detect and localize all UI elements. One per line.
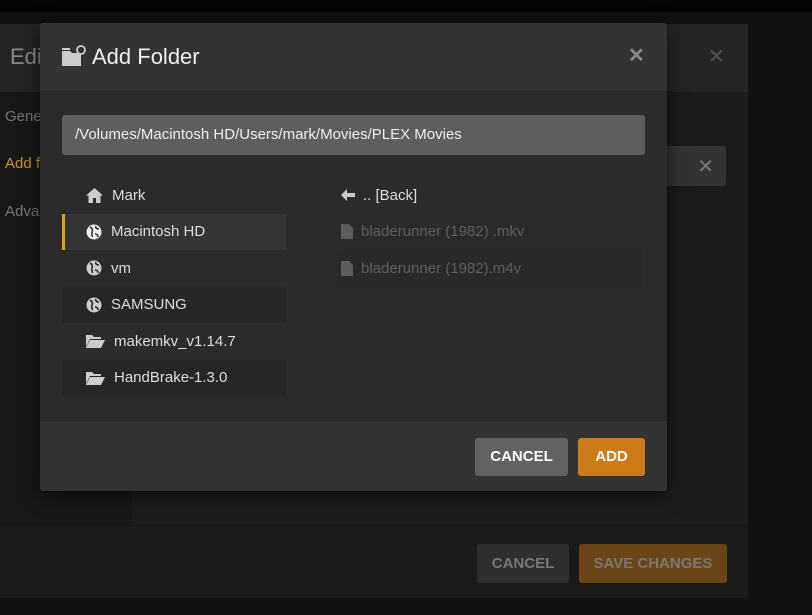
sidebar-item-add-folders[interactable]: Add f <box>5 155 40 172</box>
edit-cancel-button[interactable]: CANCEL <box>477 544 569 583</box>
globe-icon <box>86 297 102 313</box>
location-label: SAMSUNG <box>111 296 187 314</box>
edit-dialog-close-icon[interactable]: ✕ <box>708 44 725 69</box>
back-label: .. [Back] <box>363 186 418 204</box>
edit-dialog-footer: CANCEL SAVE CHANGES <box>0 525 748 598</box>
modal-title: Add Folder <box>92 44 200 69</box>
location-item-vm[interactable]: vm <box>62 250 286 287</box>
location-item-macintosh-hd[interactable]: Macintosh HD <box>62 213 286 250</box>
edit-dialog-title: Edi <box>10 44 42 69</box>
back-item[interactable]: .. [Back] <box>337 177 642 214</box>
add-folder-modal: Add Folder ✕ /Volumes/Macintosh HD/Users… <box>40 23 667 491</box>
save-changes-button[interactable]: SAVE CHANGES <box>579 544 727 583</box>
folder-add-icon <box>62 45 86 66</box>
file-item: bladerunner (1982) .mkv <box>337 214 642 251</box>
location-label: makemkv_v1.14.7 <box>114 332 236 350</box>
file-item: bladerunner (1982).m4v <box>337 250 642 287</box>
globe-icon <box>86 224 102 240</box>
file-list: .. [Back] bladerunner (1982) .mkv blader… <box>337 177 642 287</box>
location-label: vm <box>111 259 131 277</box>
folder-open-icon <box>86 371 105 385</box>
arrow-left-icon <box>341 189 355 202</box>
sidebar-item-general[interactable]: Gene <box>5 108 42 125</box>
modal-footer: CANCEL ADD <box>40 420 667 491</box>
file-icon <box>341 224 353 240</box>
add-button[interactable]: ADD <box>578 438 645 476</box>
folder-open-icon <box>86 335 105 349</box>
location-list: Mark Macintosh HD vm SAMSUNG makemkv_v1.… <box>62 177 286 396</box>
location-item-handbrake[interactable]: HandBrake-1.3.0 <box>62 359 286 396</box>
sidebar-item-advanced[interactable]: Adva <box>5 203 39 220</box>
file-label: bladerunner (1982).m4v <box>361 259 522 277</box>
home-icon <box>86 187 103 203</box>
cancel-button[interactable]: CANCEL <box>475 438 568 476</box>
location-item-mark[interactable]: Mark <box>62 177 286 214</box>
location-label: Mark <box>112 186 146 204</box>
path-input[interactable]: /Volumes/Macintosh HD/Users/mark/Movies/… <box>62 115 645 155</box>
file-icon <box>341 260 353 276</box>
close-icon[interactable]: ✕ <box>628 43 645 68</box>
location-item-makemkv[interactable]: makemkv_v1.14.7 <box>62 323 286 360</box>
folder-remove-icon[interactable]: ✕ <box>660 146 726 186</box>
location-label: Macintosh HD <box>111 223 206 241</box>
top-band <box>0 0 812 12</box>
globe-icon <box>86 260 102 276</box>
file-label: bladerunner (1982) .mkv <box>361 223 525 241</box>
location-label: HandBrake-1.3.0 <box>114 369 228 387</box>
location-item-samsung[interactable]: SAMSUNG <box>62 286 286 323</box>
modal-header: Add Folder ✕ <box>40 23 667 92</box>
